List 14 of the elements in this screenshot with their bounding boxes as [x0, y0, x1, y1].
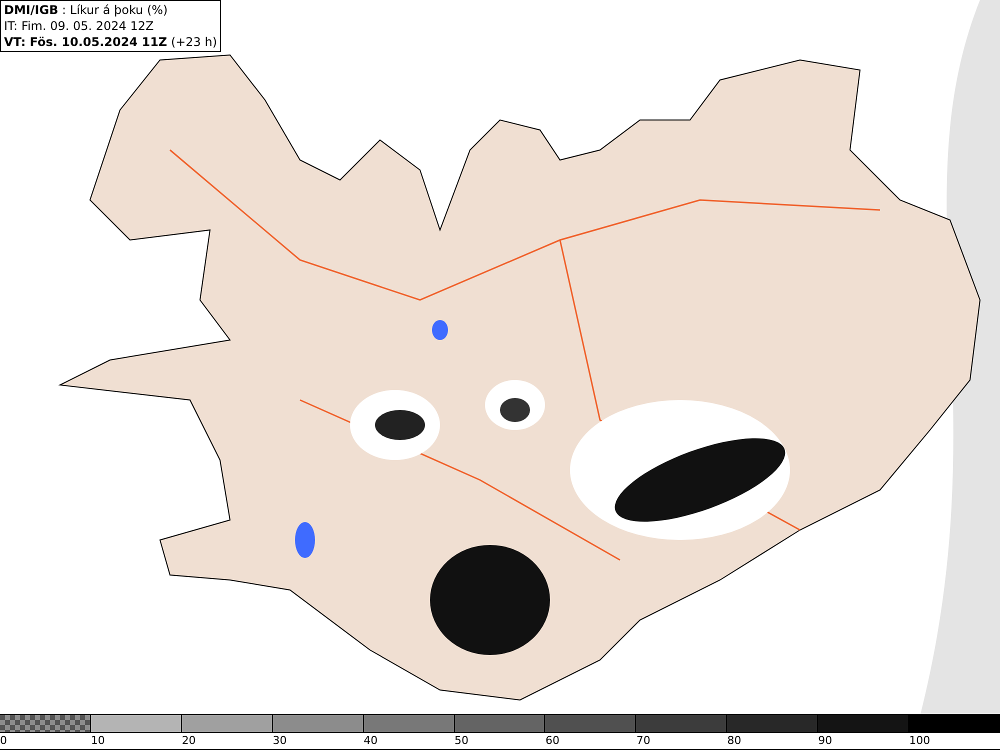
legend-label: 50: [454, 734, 469, 747]
legend-label: 80: [727, 734, 742, 747]
info-text: VT: Fös. 10.05.2024 11Z (+23 h): [4, 34, 218, 50]
legend-label: 70: [636, 734, 650, 747]
legend-label: 100: [909, 734, 930, 747]
info-text: IT: Fim. 09. 05. 2024 12Z: [4, 18, 155, 34]
info-text: DMI/IGB : Líkur á þoku (%): [4, 2, 169, 18]
legend-label: 10: [90, 734, 105, 747]
legend-label: 20: [182, 734, 196, 747]
legend-label: 40: [364, 734, 378, 747]
legend-label: 90: [818, 734, 832, 747]
legend-label: 60: [545, 734, 560, 747]
legend-label: 0: [0, 734, 7, 747]
legend-label: 30: [272, 734, 287, 747]
